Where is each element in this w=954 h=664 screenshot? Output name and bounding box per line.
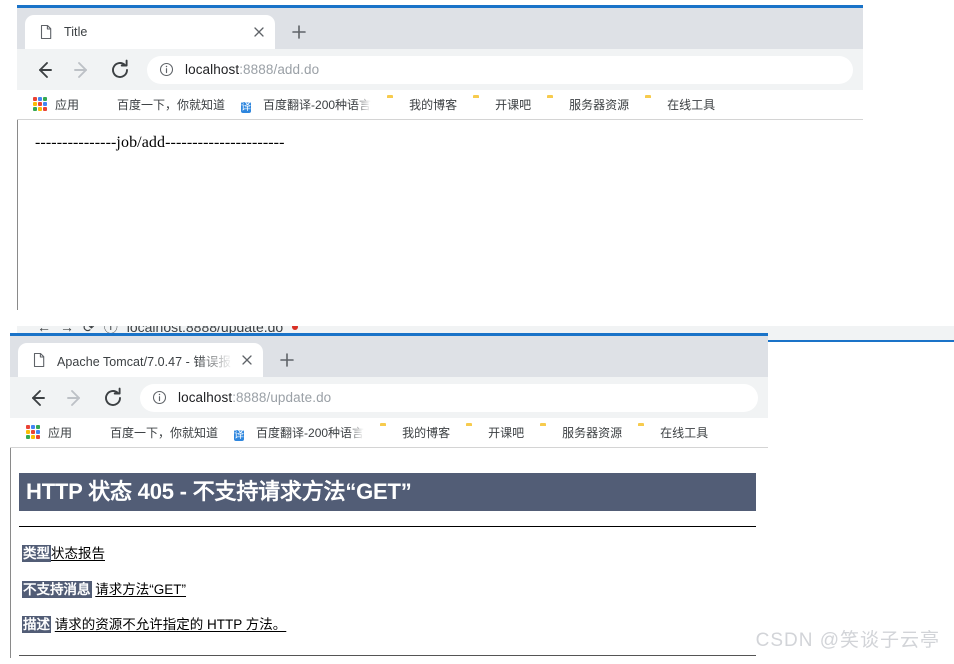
bookmark-kaikeba[interactable]: 开课吧 bbox=[473, 96, 531, 113]
forward-button[interactable] bbox=[69, 57, 95, 83]
error-row-label: 类型 bbox=[22, 544, 51, 562]
page-icon bbox=[38, 24, 54, 40]
browser-window-add[interactable]: Title localhost:8888/add.do 应用 百度一下，你就知道… bbox=[17, 5, 863, 310]
reload-button[interactable] bbox=[107, 57, 133, 83]
tab-tomcat-error[interactable]: Apache Tomcat/7.0.47 - 错误报 bbox=[18, 343, 263, 377]
address-host: localhost bbox=[178, 390, 233, 405]
bookmark-online-tools[interactable]: 在线工具 bbox=[645, 96, 715, 113]
baidu-icon bbox=[88, 425, 104, 441]
status-dot-icon bbox=[292, 326, 299, 330]
folder-icon bbox=[473, 97, 489, 113]
tab-strip: Title bbox=[17, 8, 863, 49]
bookmark-server-resources[interactable]: 服务器资源 bbox=[540, 424, 622, 441]
bookmark-label: 开课吧 bbox=[495, 98, 532, 112]
error-row-value: 状态报告 bbox=[51, 545, 105, 561]
browser-window-update[interactable]: Apache Tomcat/7.0.47 - 错误报 localhost:888… bbox=[10, 333, 768, 658]
divider-bottom bbox=[19, 654, 756, 656]
page-text-content: ---------------job/add------------------… bbox=[35, 134, 285, 151]
error-row-description: 描述 请求的资源不允许指定的 HTTP 方法。 bbox=[22, 616, 756, 634]
address-host: localhost bbox=[185, 62, 240, 77]
bookmark-label: 在线工具 bbox=[660, 426, 709, 440]
bookmark-label: 应用 bbox=[55, 98, 80, 112]
viewport-left-edge bbox=[17, 120, 18, 310]
bookmarks-bar: 应用 百度一下，你就知道 译 百度翻译-200种语言 我的博客 开课吧 服务器资… bbox=[17, 90, 863, 120]
bookmark-label: 百度翻译-200种语言 bbox=[263, 98, 372, 112]
bookmark-label: 百度一下，你就知道 bbox=[117, 98, 226, 112]
folder-icon bbox=[638, 425, 654, 441]
folder-icon bbox=[380, 425, 396, 441]
bookmark-label: 我的博客 bbox=[409, 98, 458, 112]
bookmark-server-resources[interactable]: 服务器资源 bbox=[547, 96, 629, 113]
bookmark-label: 我的博客 bbox=[402, 426, 451, 440]
bookmark-baidu-translate[interactable]: 译 百度翻译-200种语言 bbox=[234, 424, 364, 441]
tomcat-error-page: HTTP 状态 405 - 不支持请求方法“GET” 类型状态报告 不支持消息 … bbox=[10, 448, 768, 658]
bookmark-my-blog[interactable]: 我的博客 bbox=[387, 96, 457, 113]
page-viewport-tomcat-error: HTTP 状态 405 - 不支持请求方法“GET” 类型状态报告 不支持消息 … bbox=[10, 448, 768, 658]
back-button[interactable] bbox=[24, 385, 50, 411]
error-row-label: 描述 bbox=[22, 616, 51, 634]
address-bar-text: localhost:8888/update.do bbox=[178, 390, 331, 405]
bookmark-kaikeba[interactable]: 开课吧 bbox=[466, 424, 524, 441]
folder-icon bbox=[645, 97, 661, 113]
bookmark-label: 服务器资源 bbox=[569, 98, 630, 112]
address-bar[interactable]: localhost:8888/update.do bbox=[140, 383, 758, 412]
viewport-left-edge bbox=[10, 448, 11, 658]
info-circle-icon[interactable] bbox=[152, 390, 167, 405]
page-icon bbox=[31, 352, 47, 368]
bookmark-label: 服务器资源 bbox=[562, 426, 623, 440]
error-row-type: 类型状态报告 bbox=[22, 544, 756, 563]
bookmark-baidu[interactable]: 百度一下，你就知道 bbox=[95, 96, 225, 113]
back-button[interactable] bbox=[31, 57, 57, 83]
bookmark-label: 百度翻译-200种语言 bbox=[256, 426, 365, 440]
page-title: HTTP 状态 405 - 不支持请求方法“GET” bbox=[19, 472, 756, 512]
bookmark-online-tools[interactable]: 在线工具 bbox=[638, 424, 708, 441]
translate-icon: 译 bbox=[241, 101, 252, 113]
bookmark-label: 开课吧 bbox=[488, 426, 525, 440]
forward-button[interactable] bbox=[62, 385, 88, 411]
bookmark-my-blog[interactable]: 我的博客 bbox=[380, 424, 450, 441]
baidu-icon bbox=[95, 97, 111, 113]
bookmark-label: 百度一下，你就知道 bbox=[110, 426, 219, 440]
bookmark-apps[interactable]: 应用 bbox=[26, 424, 72, 441]
error-row-message: 不支持消息 请求方法“GET” bbox=[22, 580, 756, 599]
bookmark-baidu-translate[interactable]: 译 百度翻译-200种语言 bbox=[241, 96, 371, 113]
folder-icon bbox=[540, 425, 556, 441]
browser-toolbar: localhost:8888/update.do bbox=[10, 377, 768, 418]
tab-title-page[interactable]: Title bbox=[25, 15, 275, 49]
folder-icon bbox=[466, 425, 482, 441]
address-path: :8888/update.do bbox=[232, 390, 332, 405]
bookmarks-bar: 应用 百度一下，你就知道 译 百度翻译-200种语言 我的博客 开课吧 服务器资… bbox=[10, 418, 768, 448]
error-row-value: 请求的资源不允许指定的 HTTP 方法。 bbox=[54, 617, 287, 633]
page-viewport-add: ---------------job/add------------------… bbox=[17, 120, 863, 310]
browser-toolbar: localhost:8888/add.do bbox=[17, 49, 863, 90]
close-icon[interactable] bbox=[251, 24, 267, 40]
bookmark-label: 在线工具 bbox=[667, 98, 716, 112]
folder-icon bbox=[547, 97, 563, 113]
close-icon[interactable] bbox=[239, 352, 255, 368]
tab-strip: Apache Tomcat/7.0.47 - 错误报 bbox=[10, 336, 768, 377]
bookmark-label: 应用 bbox=[48, 426, 73, 440]
bookmark-baidu[interactable]: 百度一下，你就知道 bbox=[88, 424, 218, 441]
apps-grid-icon bbox=[33, 96, 49, 113]
new-tab-button[interactable] bbox=[285, 18, 313, 46]
translate-icon: 译 bbox=[234, 429, 245, 441]
folder-icon bbox=[387, 97, 403, 113]
tab-label: Title bbox=[64, 25, 88, 39]
tab-label: Apache Tomcat/7.0.47 - 错误报 bbox=[57, 354, 232, 369]
reload-button[interactable] bbox=[100, 385, 126, 411]
divider-top bbox=[19, 525, 756, 527]
csdn-watermark: CSDN @笑谈子云亭 bbox=[755, 630, 940, 651]
new-tab-button[interactable] bbox=[273, 346, 301, 374]
apps-grid-icon bbox=[26, 424, 42, 441]
info-circle-icon[interactable] bbox=[159, 62, 174, 77]
error-row-label: 不支持消息 bbox=[22, 580, 92, 598]
error-row-value: 请求方法“GET” bbox=[95, 581, 187, 597]
address-bar-text: localhost:8888/add.do bbox=[185, 62, 319, 77]
address-bar[interactable]: localhost:8888/add.do bbox=[147, 55, 853, 84]
address-path: :8888/add.do bbox=[239, 62, 320, 77]
bookmark-apps[interactable]: 应用 bbox=[33, 96, 79, 113]
